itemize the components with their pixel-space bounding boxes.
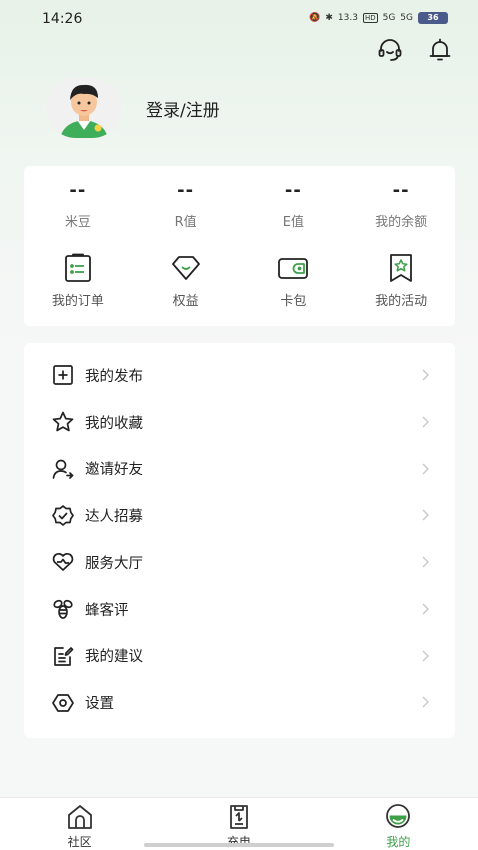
signal-5g-2: 5G — [400, 13, 413, 23]
settings-icon — [51, 691, 75, 715]
menu-item-bee-review[interactable]: 蜂客评 — [24, 586, 455, 633]
shortcut-activities[interactable]: 我的活动 — [347, 252, 455, 309]
stat-r-value[interactable]: -- R值 — [132, 180, 240, 230]
signal-5g-1: 5G — [382, 13, 396, 23]
stat-value: -- — [392, 180, 410, 201]
stat-label: 米豆 — [64, 215, 91, 230]
menu-label: 我的发布 — [85, 368, 143, 385]
menu-label: 设置 — [85, 696, 114, 713]
chevron-right-icon — [422, 696, 429, 708]
stat-value: -- — [284, 180, 302, 201]
chevron-right-icon — [422, 556, 429, 568]
menu-label: 我的收藏 — [85, 415, 143, 432]
menu-card: 我的发布 我的收藏 邀请好友 达人招募 服务大厅 蜂客评 我的建议 设置 — [24, 343, 455, 738]
menu-label: 邀请好友 — [85, 462, 143, 479]
card-wallet-icon — [276, 252, 310, 284]
order-clipboard-icon — [61, 252, 95, 284]
tab-label: 充电 — [226, 835, 251, 849]
shortcut-rights[interactable]: 权益 — [132, 252, 240, 309]
avatar[interactable] — [46, 78, 122, 138]
menu-item-settings[interactable]: 设置 — [24, 679, 455, 726]
shortcut-orders[interactable]: 我的订单 — [24, 252, 132, 309]
chevron-right-icon — [422, 509, 429, 521]
chevron-right-icon — [422, 463, 429, 474]
chevron-right-icon — [422, 416, 429, 428]
status-time: 14:26 — [42, 11, 83, 27]
tab-community[interactable]: 社区 — [0, 798, 159, 850]
shortcut-label: 权益 — [172, 294, 199, 309]
tab-label: 社区 — [67, 835, 92, 849]
tab-label: 我的 — [386, 835, 411, 849]
stat-label: 我的余额 — [375, 215, 428, 230]
headset-icon[interactable] — [376, 36, 404, 64]
shortcut-card-wallet[interactable]: 卡包 — [240, 252, 348, 309]
rights-diamond-icon — [169, 252, 203, 284]
menu-item-suggestion[interactable]: 我的建议 — [24, 633, 455, 680]
stat-balance[interactable]: -- 我的余额 — [347, 180, 455, 230]
profile-face-icon — [383, 803, 413, 831]
menu-label: 服务大厅 — [85, 555, 143, 572]
stat-e-value[interactable]: -- E值 — [240, 180, 348, 230]
status-bar: 14:26 🔕 ✱ 13.3 HD 5G 5G 36 — [0, 0, 478, 38]
menu-item-invite[interactable]: 邀请好友 — [24, 446, 455, 493]
login-register-link[interactable]: 登录/注册 — [146, 96, 220, 121]
menu-item-recruit[interactable]: 达人招募 — [24, 492, 455, 539]
home-indicator — [144, 843, 334, 847]
invite-user-icon — [51, 457, 75, 481]
stat-label: R值 — [174, 215, 197, 230]
menu-label: 达人招募 — [85, 509, 143, 526]
battery-icon: 36 — [418, 12, 448, 24]
shortcut-row: 我的订单 权益 卡包 我的活动 — [24, 252, 455, 309]
bell-icon[interactable] — [426, 36, 454, 64]
publish-icon — [51, 363, 75, 387]
network-speed: 13.3 — [337, 13, 358, 23]
stat-midou[interactable]: -- 米豆 — [24, 180, 132, 230]
chevron-right-icon — [422, 603, 429, 615]
shortcut-label: 我的活动 — [375, 294, 428, 309]
badge-icon — [51, 504, 75, 528]
bluetooth-icon: ✱ — [325, 13, 333, 23]
activity-bookmark-icon — [384, 252, 418, 284]
suggestion-icon — [51, 644, 75, 668]
top-actions — [376, 36, 454, 64]
menu-item-service-hall[interactable]: 服务大厅 — [24, 539, 455, 586]
stat-label: E值 — [282, 215, 304, 230]
heart-handshake-icon — [51, 550, 75, 574]
profile-header[interactable]: 登录/注册 — [46, 78, 220, 138]
hd-icon: HD — [362, 13, 378, 23]
bee-icon — [51, 597, 75, 621]
stat-value: -- — [177, 180, 195, 201]
community-house-icon — [65, 803, 95, 831]
chevron-right-icon — [422, 650, 429, 661]
star-icon — [51, 410, 75, 434]
tab-profile[interactable]: 我的 — [319, 798, 478, 850]
stat-value: -- — [69, 180, 87, 201]
mute-icon: 🔕 — [309, 13, 321, 23]
menu-item-favorites[interactable]: 我的收藏 — [24, 399, 455, 446]
charging-icon — [224, 803, 254, 831]
menu-item-publish[interactable]: 我的发布 — [24, 352, 455, 399]
status-icons: 🔕 ✱ 13.3 HD 5G 5G 36 — [309, 12, 448, 24]
shortcut-label: 卡包 — [280, 294, 307, 309]
menu-label: 我的建议 — [85, 649, 143, 666]
menu-label: 蜂客评 — [85, 602, 129, 619]
stats-row: -- 米豆 -- R值 -- E值 -- 我的余额 — [24, 180, 455, 230]
shortcut-label: 我的订单 — [51, 294, 104, 309]
chevron-right-icon — [422, 369, 429, 381]
stats-card: -- 米豆 -- R值 -- E值 -- 我的余额 我的订单 权益 卡包 我的活… — [24, 166, 455, 326]
bottom-tab-bar: 社区 充电 我的 — [0, 797, 478, 850]
